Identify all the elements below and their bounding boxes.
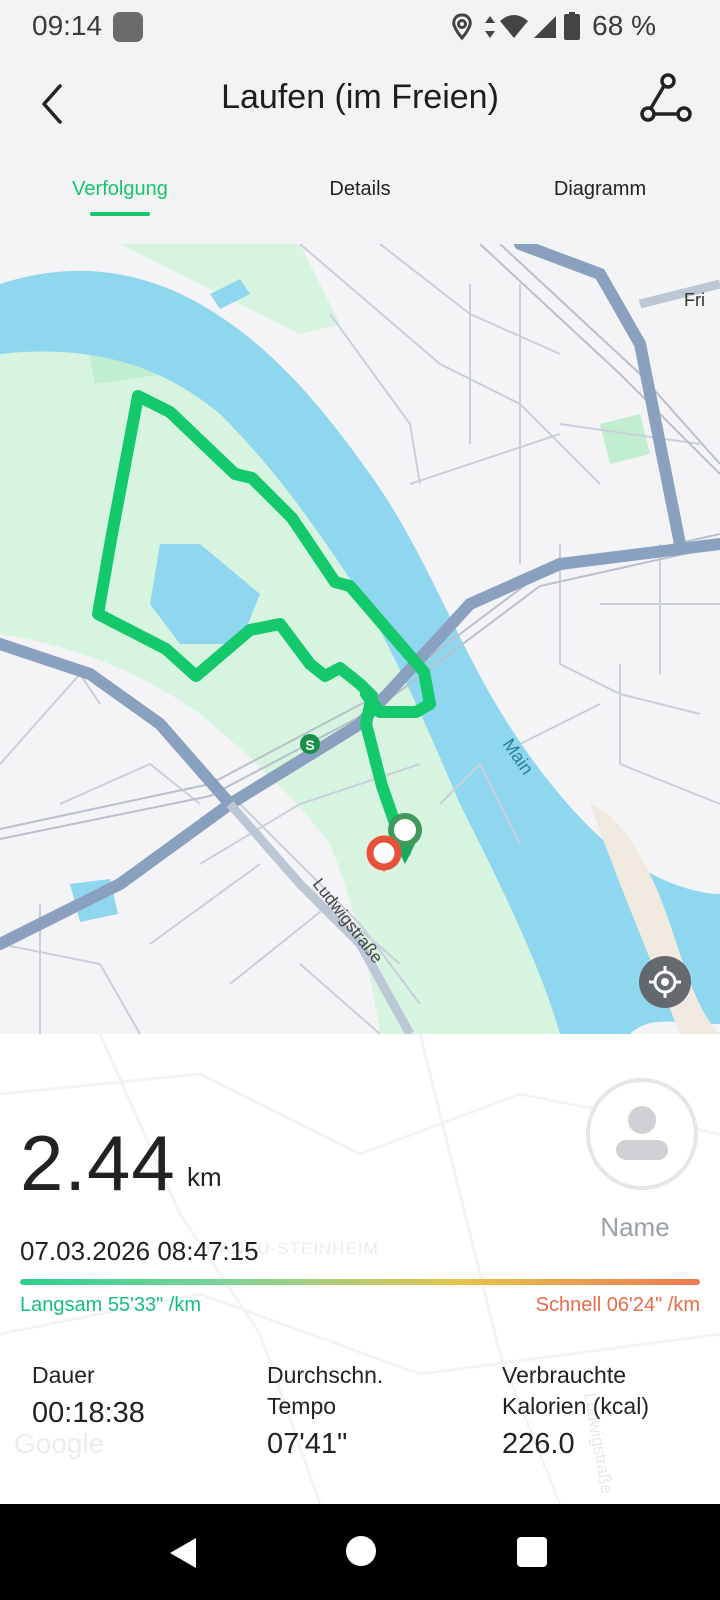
stat-duration-value: 00:18:38 — [32, 1397, 145, 1429]
google-logo: Google — [14, 1428, 104, 1459]
avatar-name: Name — [600, 1212, 670, 1242]
route-icon[interactable] — [638, 72, 694, 128]
route-map[interactable]: S Main Ludwigstraße Fri — [0, 244, 720, 1034]
notification-icon — [113, 12, 143, 42]
run-datetime: 07.03.2026 08:47:15 — [20, 1236, 259, 1266]
tab-details[interactable]: Details — [329, 178, 390, 201]
stat-avg-pace-label: Durchschn. Tempo — [267, 1362, 384, 1419]
stat-avg-pace: Durchschn. Tempo 07'41" — [267, 1360, 427, 1461]
tab-bar: Verfolgung Details Diagramm — [0, 160, 720, 240]
pace-fast-label: Schnell 06'24" /km — [535, 1294, 700, 1316]
status-bar: 09:14 68 % — [0, 0, 720, 54]
stat-calories: Verbrauchte Kalorien (kcal) 226.0 — [502, 1360, 692, 1461]
stat-calories-label: Verbrauchte Kalorien (kcal) — [502, 1362, 649, 1419]
stat-avg-pace-value: 07'41" — [267, 1428, 348, 1460]
summary-panel: HANAU-STEINHEIM Ludwigstraße Google 2.44… — [0, 1034, 720, 1504]
end-marker-icon — [366, 835, 402, 872]
tab-verfolgung[interactable]: Verfolgung — [72, 178, 168, 201]
page-title: Laufen (im Freien) — [221, 78, 499, 116]
nav-home-icon[interactable] — [346, 1536, 376, 1566]
status-time: 09:14 — [32, 10, 103, 41]
person-icon — [616, 1106, 668, 1160]
park-area — [600, 414, 650, 464]
active-tab-indicator — [90, 212, 150, 216]
corner-label: Fri — [684, 290, 705, 310]
stat-duration-label: Dauer — [32, 1362, 95, 1388]
s-bahn-label: S — [305, 737, 314, 753]
s-bahn-icon: S — [300, 734, 320, 754]
data-arrows-icon — [485, 16, 495, 38]
battery-icon — [564, 12, 580, 40]
stat-calories-value: 226.0 — [502, 1428, 575, 1460]
nav-back-icon[interactable] — [168, 1536, 198, 1570]
battery-level: 68 % — [592, 10, 656, 41]
avatar[interactable] — [586, 1078, 698, 1190]
nav-recents-icon[interactable] — [517, 1537, 547, 1567]
wifi-icon — [500, 15, 528, 38]
crosshair-icon — [649, 966, 681, 998]
signal-icon — [534, 16, 556, 38]
tab-diagramm[interactable]: Diagramm — [554, 178, 646, 201]
map-canvas: S Main Ludwigstraße Fri — [0, 244, 720, 1034]
stat-duration: Dauer 00:18:38 — [32, 1360, 232, 1430]
pace-slow-label: Langsam 55'33" /km — [20, 1294, 202, 1316]
system-nav-bar — [0, 1504, 720, 1600]
distance-unit: km — [187, 1162, 222, 1192]
location-icon — [452, 13, 472, 41]
my-location-button[interactable] — [639, 956, 691, 1008]
distance-value: 2.44 — [20, 1119, 176, 1207]
pace-gradient-bar — [20, 1279, 700, 1285]
